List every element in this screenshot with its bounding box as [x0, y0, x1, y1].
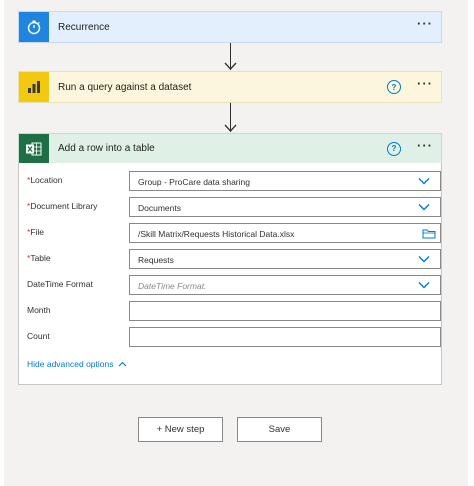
file-value: /Skill Matrix/Requests Historical Data.x… [138, 229, 295, 239]
step-card-recurrence[interactable]: Recurrence ··· [18, 11, 442, 43]
chevron-down-icon [418, 256, 430, 263]
help-icon[interactable]: ? [387, 141, 401, 156]
step-title: Run a query against a dataset [58, 81, 192, 93]
advanced-toggle-label: Hide advanced options [27, 359, 114, 369]
month-row: Month [27, 301, 441, 321]
location-dropdown[interactable]: Group - ProCare data sharing [129, 171, 441, 191]
document-library-value: Documents [138, 203, 181, 213]
field-label: *Document Library [27, 201, 97, 211]
document-library-row: *Document Library Documents [27, 197, 441, 217]
count-label: Count [27, 331, 50, 341]
folder-icon[interactable] [422, 228, 436, 239]
field-label: *File [27, 227, 44, 237]
chevron-down-icon [418, 282, 430, 289]
step-title: Add a row into a table [58, 143, 155, 154]
arrow-down-icon [224, 62, 237, 70]
more-options-icon[interactable]: ··· [417, 17, 433, 35]
count-row: Count [27, 327, 441, 347]
datetime-format-label: DateTime Format [27, 279, 93, 289]
save-button[interactable]: Save [237, 417, 322, 442]
file-picker[interactable]: /Skill Matrix/Requests Historical Data.x… [129, 223, 441, 243]
datetime-format-row: DateTime Format DateTime Format. [27, 275, 441, 295]
add-row-form: *Location Group - ProCare data sharing *… [18, 163, 442, 385]
file-row: *File /Skill Matrix/Requests Historical … [27, 223, 441, 243]
chevron-down-icon [418, 178, 430, 185]
location-value: Group - ProCare data sharing [138, 177, 250, 187]
datetime-format-placeholder: DateTime Format. [138, 281, 207, 291]
more-options-icon[interactable]: ··· [417, 139, 433, 157]
location-label: Location [30, 175, 63, 185]
help-icon[interactable]: ? [387, 80, 401, 94]
count-input[interactable] [129, 327, 441, 347]
flow-designer-canvas: Recurrence ··· Run a query against a dat… [4, 0, 468, 486]
arrow-down-icon [224, 124, 237, 132]
document-library-dropdown[interactable]: Documents [129, 197, 441, 217]
step-title: Recurrence [58, 21, 110, 33]
step-card-run-query[interactable]: Run a query against a dataset ? ··· [18, 71, 442, 103]
step-card-add-row[interactable]: Add a row into a table ? ··· [18, 133, 442, 164]
file-label: File [30, 227, 45, 237]
chevron-up-icon [119, 361, 127, 367]
month-input[interactable] [129, 301, 441, 321]
hide-advanced-options-link[interactable]: Hide advanced options [27, 359, 127, 369]
table-value: Requests [138, 255, 174, 265]
location-row: *Location Group - ProCare data sharing [27, 171, 441, 191]
new-step-button[interactable]: + New step [138, 417, 223, 442]
power-bi-icon [19, 72, 49, 102]
table-label: Table [30, 253, 51, 263]
field-label: *Table [27, 253, 51, 263]
chevron-down-icon [418, 204, 430, 211]
excel-icon [19, 133, 49, 164]
field-label: *Location [27, 175, 62, 185]
stopwatch-icon [19, 12, 49, 42]
table-dropdown[interactable]: Requests [129, 249, 441, 269]
document-library-label: Document Library [30, 201, 98, 211]
more-options-icon[interactable]: ··· [417, 77, 433, 95]
month-label: Month [27, 305, 51, 315]
datetime-format-dropdown[interactable]: DateTime Format. [129, 275, 441, 295]
table-row: *Table Requests [27, 249, 441, 269]
